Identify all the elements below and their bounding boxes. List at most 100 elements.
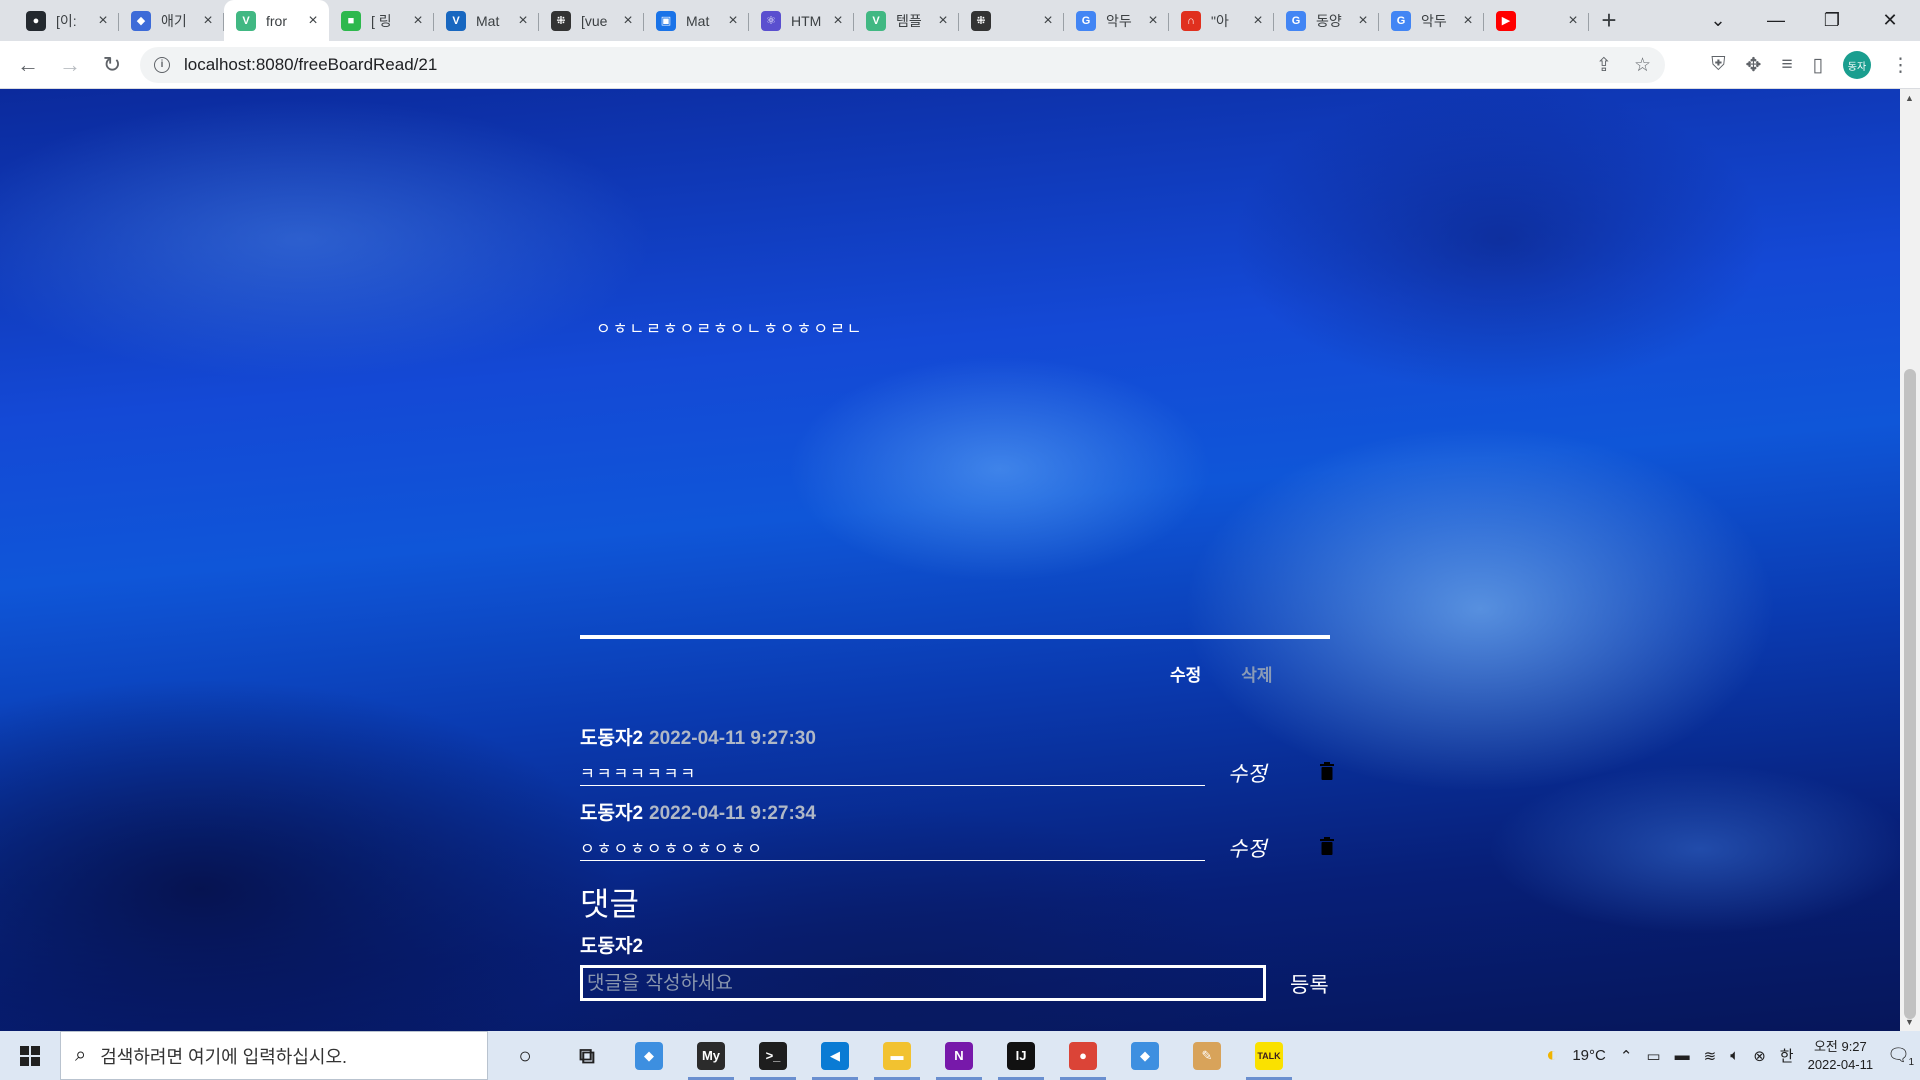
taskbar-app[interactable]: ● xyxy=(1052,1031,1114,1080)
browser-tab[interactable]: ▶ × xyxy=(1484,0,1589,41)
taskbar-app[interactable]: ◆ xyxy=(618,1031,680,1080)
browser-tab[interactable]: ● [이: × xyxy=(14,0,119,41)
taskbar-app[interactable]: ◀ xyxy=(804,1031,866,1080)
scroll-down-arrow-icon[interactable]: ▼ xyxy=(1905,1017,1914,1027)
tab-close-icon[interactable]: × xyxy=(725,12,741,29)
comment-edit-button[interactable]: 수정 xyxy=(1228,833,1267,863)
profile-avatar[interactable]: 동자 xyxy=(1843,51,1871,79)
browser-tab[interactable]: ⁜ × xyxy=(959,0,1064,41)
volume-icon[interactable]: 🔈︎ xyxy=(1730,1047,1739,1064)
browser-tab[interactable]: ⚛ HTM × xyxy=(749,0,854,41)
weather-temp[interactable]: 19°C xyxy=(1572,1047,1606,1064)
reload-icon[interactable]: ↻ xyxy=(94,47,130,83)
browser-tab[interactable]: Vfror × xyxy=(224,0,329,41)
weather-icon[interactable]: ◐ xyxy=(1546,1044,1558,1067)
post-edit-button[interactable]: 수정 xyxy=(1170,661,1201,686)
magnet-icon: ∩ xyxy=(1181,10,1201,31)
page-scrollbar[interactable]: ▲ ▼ xyxy=(1900,89,1920,1031)
tab-close-icon[interactable]: × xyxy=(1460,12,1476,29)
tab-close-icon[interactable]: × xyxy=(620,12,636,29)
tab-close-icon[interactable]: × xyxy=(410,12,426,29)
ime-indicator[interactable]: 한 xyxy=(1780,1045,1794,1066)
reply-input[interactable] xyxy=(580,965,1266,1001)
side-panel-icon[interactable]: ▯ xyxy=(1813,54,1823,77)
back-arrow-icon[interactable]: ← xyxy=(10,47,46,83)
browser-tab[interactable]: V Mat × xyxy=(434,0,539,41)
taskbar-app[interactable]: My xyxy=(680,1031,742,1080)
tab-close-icon[interactable]: × xyxy=(1040,12,1056,29)
restore-button[interactable]: ❐ xyxy=(1804,0,1860,41)
browser-tab[interactable]: ■ [ 링 × xyxy=(329,0,434,41)
address-bar[interactable]: i localhost:8080/freeBoardRead/21 ⇪ ☆ xyxy=(140,47,1665,83)
meet-icon[interactable]: ▭ xyxy=(1646,1047,1660,1065)
new-tab-button[interactable]: + xyxy=(1589,0,1629,41)
tab-close-icon[interactable]: × xyxy=(305,12,321,29)
extension-shield-icon[interactable]: ⛨ xyxy=(1711,54,1725,76)
tab-close-icon[interactable]: × xyxy=(1145,12,1161,29)
tab-separator xyxy=(1588,13,1589,31)
onenote-icon: N xyxy=(945,1041,973,1070)
taskbar-apps: ○ ⧉ ◆ My >_ ◀ ▬ N IJ ● ◆ ✎ TALK xyxy=(494,1031,1300,1080)
taskbar-app[interactable]: ✎ xyxy=(1176,1031,1238,1080)
forward-arrow-icon[interactable]: → xyxy=(52,47,88,83)
browser-tab[interactable]: ∩ "아 × xyxy=(1169,0,1274,41)
tab-title: fror xyxy=(266,12,287,29)
notification-icon[interactable]: 🗨︎ 1 xyxy=(1887,1045,1914,1068)
browser-tab[interactable]: G 악두 × xyxy=(1379,0,1484,41)
taskbar-app[interactable]: ○ xyxy=(494,1031,556,1080)
tab-close-icon[interactable]: × xyxy=(1565,12,1581,29)
share-icon[interactable]: ⇪ xyxy=(1596,54,1612,77)
browser-tab[interactable]: ◆ 애기 × xyxy=(119,0,224,41)
extensions-puzzle-icon[interactable]: ✥ xyxy=(1746,54,1762,77)
site-info-icon[interactable]: i xyxy=(154,57,170,73)
scroll-up-arrow-icon[interactable]: ▲ xyxy=(1905,93,1914,103)
task-view-icon: ⧉ xyxy=(579,1042,595,1068)
browser-tab[interactable]: V 템플 × xyxy=(854,0,959,41)
comment-edit-button[interactable]: 수정 xyxy=(1228,758,1267,788)
start-button[interactable] xyxy=(0,1031,60,1080)
bookmark-star-icon[interactable]: ☆ xyxy=(1634,54,1651,77)
taskbar-search[interactable]: ⌕ 검색하려면 여기에 입력하십시오. xyxy=(60,1031,488,1080)
mic-mute-icon[interactable]: ⊗ xyxy=(1753,1047,1766,1065)
scrollbar-thumb[interactable] xyxy=(1904,369,1916,1019)
tab-search-icon[interactable]: ⌄ xyxy=(1690,0,1746,41)
wifi-icon[interactable]: ≋ xyxy=(1704,1047,1717,1065)
clock-date: 2022-04-11 xyxy=(1807,1056,1874,1072)
media-queue-icon[interactable]: ≡ xyxy=(1781,54,1792,76)
tab-close-icon[interactable]: × xyxy=(1250,12,1266,29)
tab-title: 동양 xyxy=(1316,12,1342,29)
clock[interactable]: 오전 9:27 2022-04-11 xyxy=(1808,1038,1874,1074)
close-window-button[interactable]: ✕ xyxy=(1862,0,1918,41)
menu-kebab-icon[interactable]: ⋮ xyxy=(1891,54,1910,77)
browser-tab[interactable]: G 동양 × xyxy=(1274,0,1379,41)
tab-close-icon[interactable]: × xyxy=(830,12,846,29)
battery-icon[interactable]: ▬ xyxy=(1675,1047,1690,1064)
taskbar-app[interactable]: TALK xyxy=(1238,1031,1300,1080)
taskbar-app[interactable]: ⧉ xyxy=(556,1031,618,1080)
react-icon: ⚛ xyxy=(761,10,781,31)
url-text[interactable]: localhost:8080/freeBoardRead/21 xyxy=(184,55,437,75)
browser-tab[interactable]: G 악두 × xyxy=(1064,0,1169,41)
clock-time: 오전 9:27 xyxy=(1813,1038,1867,1054)
tab-close-icon[interactable]: × xyxy=(935,12,951,29)
tab-close-icon[interactable]: × xyxy=(1355,12,1371,29)
post-delete-button[interactable]: 삭제 xyxy=(1241,661,1272,686)
trash-icon[interactable] xyxy=(1320,837,1334,855)
tab-title: [ 링 xyxy=(371,12,392,29)
chevron-up-icon[interactable]: ⌃ xyxy=(1620,1047,1633,1065)
comment-author: 도동자2 xyxy=(580,728,644,749)
taskbar-app[interactable]: ▬ xyxy=(866,1031,928,1080)
browser-tab[interactable]: ⁜ [vue × xyxy=(539,0,644,41)
taskbar-app[interactable]: N xyxy=(928,1031,990,1080)
trash-icon[interactable] xyxy=(1320,762,1334,780)
tab-close-icon[interactable]: × xyxy=(200,12,216,29)
taskbar-app[interactable]: ◆ xyxy=(1114,1031,1176,1080)
tab-close-icon[interactable]: × xyxy=(515,12,531,29)
vscode-icon: ◀ xyxy=(821,1041,849,1070)
reply-submit-button[interactable]: 등록 xyxy=(1290,969,1329,999)
browser-tab[interactable]: ▣ Mat × xyxy=(644,0,749,41)
tab-close-icon[interactable]: × xyxy=(95,12,111,29)
minimize-button[interactable]: — xyxy=(1748,0,1804,41)
taskbar-app[interactable]: IJ xyxy=(990,1031,1052,1080)
taskbar-app[interactable]: >_ xyxy=(742,1031,804,1080)
